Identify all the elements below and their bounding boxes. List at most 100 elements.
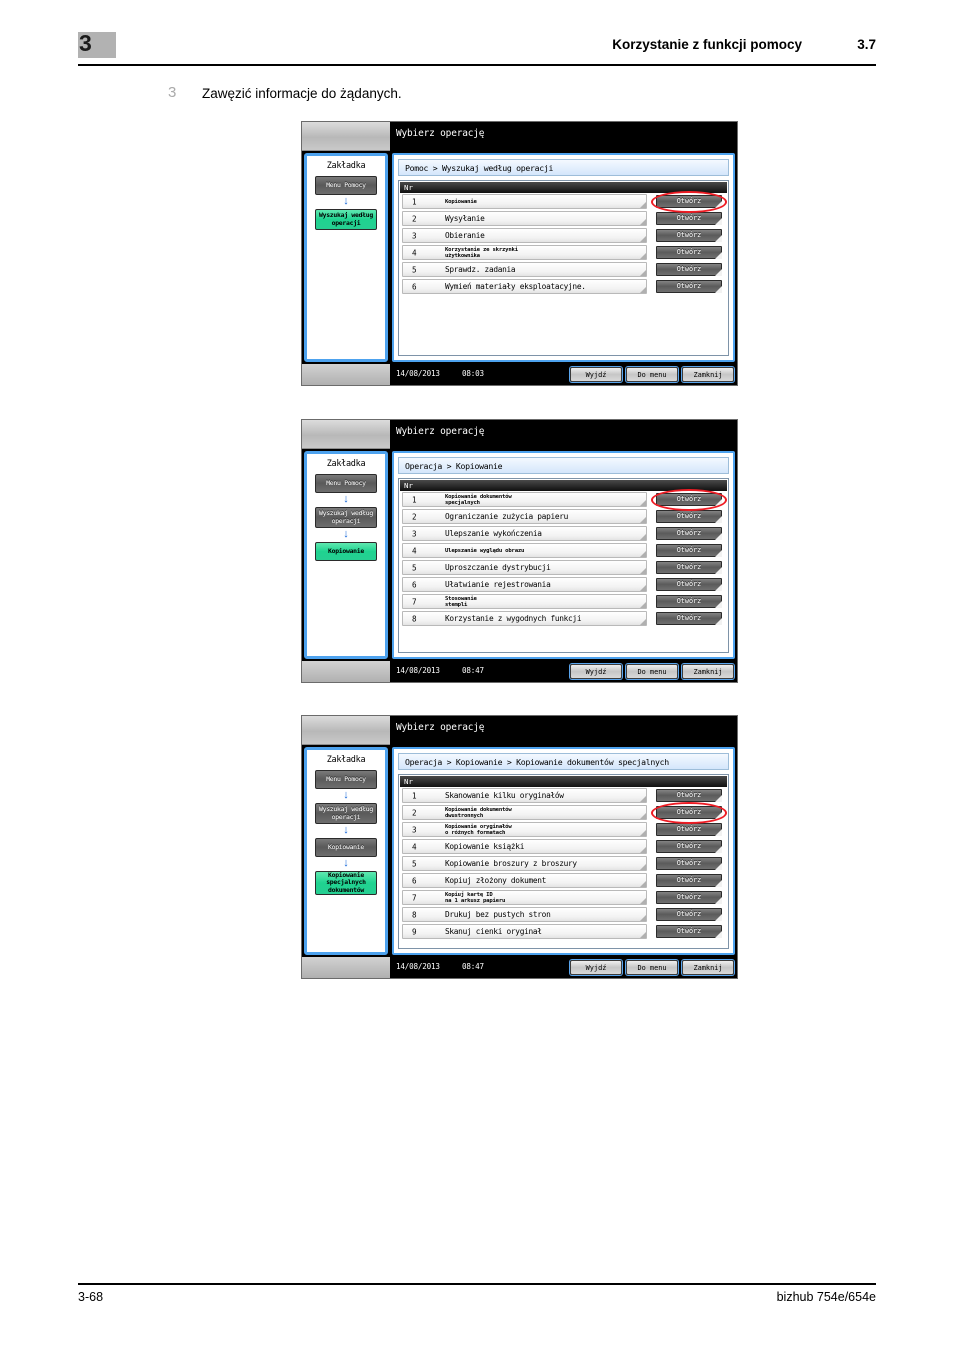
open-button[interactable]: Otwórz: [656, 245, 722, 259]
to-menu-button[interactable]: Do menu: [626, 960, 678, 975]
table-row[interactable]: 4 Ulepszanie wyglądu obrazu Otwórz: [400, 542, 727, 559]
table-row[interactable]: 2 Kopiowanie dokumentów dwustronnych Otwór…: [400, 804, 727, 821]
panel-top-bar-left-blank: [302, 122, 390, 151]
to-menu-button[interactable]: Do menu: [626, 367, 678, 382]
open-button[interactable]: Otwórz: [656, 526, 722, 540]
sidebar-button-4[interactable]: Kopiowanie specjalnych dokumentów: [315, 871, 377, 895]
exit-button[interactable]: Wyjdź: [570, 367, 622, 382]
arrow-down-icon: ↓: [343, 857, 349, 869]
table-row[interactable]: 5 Kopiowanie broszury z broszury Otwórz: [400, 855, 727, 872]
close-button[interactable]: Zamknij: [682, 960, 734, 975]
panel-top-bar: Wybierz operację: [302, 420, 737, 449]
row-field[interactable]: [402, 210, 647, 226]
open-button[interactable]: Otwórz: [656, 924, 722, 938]
row-label: Ograniczanie zużycia papieru: [445, 511, 569, 521]
table-row[interactable]: 3 Ulepszanie wykończenia Otwórz: [400, 525, 727, 542]
row-field[interactable]: [402, 491, 647, 507]
row-label: Kopiowanie broszury z broszury: [445, 858, 577, 868]
table-row[interactable]: 9 Skanuj cienki oryginał Otwórz: [400, 923, 727, 940]
row-field[interactable]: [402, 261, 647, 277]
arrow-down-icon: ↓: [343, 824, 349, 836]
sidebar-button-1[interactable]: Menu Pomocy: [315, 770, 377, 789]
table-row[interactable]: 2 Wysyłanie Otwórz: [400, 210, 727, 227]
open-button[interactable]: Otwórz: [656, 228, 722, 242]
open-button[interactable]: Otwórz: [656, 822, 722, 836]
close-button[interactable]: Zamknij: [682, 367, 734, 382]
table-row[interactable]: 1 Kopiowanie dokumentów specjalnych Otwórz: [400, 491, 727, 508]
to-menu-button[interactable]: Do menu: [626, 664, 678, 679]
open-button-label: Otwórz: [676, 808, 702, 816]
table-row[interactable]: 3 Obieranie Otwórz: [400, 227, 727, 244]
open-button[interactable]: Otwórz: [656, 907, 722, 921]
table-row[interactable]: 7 Kopiuj kartę ID na 1 arkusz papieru Otwó…: [400, 889, 727, 906]
table-row[interactable]: 4 Korzystanie ze skrzynki użytkownika Otwó…: [400, 244, 727, 261]
row-field[interactable]: [402, 244, 647, 260]
sidebar-title: Zakładka: [326, 755, 366, 765]
open-button[interactable]: Otwórz: [656, 839, 722, 853]
table-row[interactable]: 5 Sprawdz. zadania Otwórz: [400, 261, 727, 278]
open-button[interactable]: Otwórz: [656, 594, 722, 608]
row-field[interactable]: [402, 593, 647, 609]
row-field[interactable]: [402, 804, 647, 820]
sidebar-button-label: Menu Pomocy: [326, 478, 366, 487]
open-button[interactable]: Otwórz: [656, 509, 722, 523]
sidebar-button-3[interactable]: Kopiowanie: [315, 838, 377, 857]
sidebar-button-label: Kopiowanie specjalnych dokumentów: [326, 871, 366, 894]
table-row[interactable]: 2 Ograniczanie zużycia papieru Otwórz: [400, 508, 727, 525]
sidebar-button-2[interactable]: Wyszukaj według operacji: [315, 803, 377, 824]
open-button[interactable]: Otwórz: [656, 194, 722, 208]
panel-top-bar: Wybierz operację: [302, 716, 737, 745]
open-button-label: Otwórz: [676, 495, 702, 503]
to-menu-button-label: Do menu: [637, 963, 667, 972]
panel-content: Operacja > Kopiowanie Nr 1 Kopiowanie dokum…: [392, 451, 735, 659]
exit-button[interactable]: Wyjdź: [570, 960, 622, 975]
table-row[interactable]: 3 Kopiowanie oryginałów o różnych formata…: [400, 821, 727, 838]
open-button[interactable]: Otwórz: [656, 211, 722, 225]
sidebar-button-2[interactable]: Wyszukaj według operacji: [315, 507, 377, 528]
open-button-label: Otwórz: [676, 927, 702, 935]
open-button[interactable]: Otwórz: [656, 805, 722, 819]
row-field[interactable]: [402, 542, 647, 558]
open-button[interactable]: Otwórz: [656, 492, 722, 506]
row-field[interactable]: [402, 821, 647, 837]
table-row[interactable]: 1 Kopiowanie Otwórz: [400, 193, 727, 210]
table-row[interactable]: 5 Uproszczanie dystrybucji Otwórz: [400, 559, 727, 576]
open-button[interactable]: Otwórz: [656, 560, 722, 574]
table-row[interactable]: 8 Korzystanie z wygodnych funkcji Otwórz: [400, 610, 727, 627]
breadcrumb: Operacja > Kopiowanie: [398, 457, 729, 474]
open-button[interactable]: Otwórz: [656, 856, 722, 870]
table-row[interactable]: 8 Drukuj bez pustych stron Otwórz: [400, 906, 727, 923]
table-row[interactable]: 1 Skanowanie kilku oryginałów Otwórz: [400, 787, 727, 804]
table-row[interactable]: 6 Ułatwianie rejestrowania Otwórz: [400, 576, 727, 593]
list-header-nr: Nr: [400, 182, 727, 193]
open-button[interactable]: Otwórz: [656, 543, 722, 557]
row-number: 3: [412, 231, 417, 240]
open-button[interactable]: Otwórz: [656, 577, 722, 591]
sidebar-button-1[interactable]: Menu Pomocy: [315, 176, 377, 195]
row-number: 1: [412, 791, 417, 800]
sidebar-button-3[interactable]: Kopiowanie: [315, 542, 377, 561]
table-row[interactable]: 4 Kopiowanie książki Otwórz: [400, 838, 727, 855]
exit-button[interactable]: Wyjdź: [570, 664, 622, 679]
row-field[interactable]: [402, 227, 647, 243]
open-button[interactable]: Otwórz: [656, 890, 722, 904]
open-button[interactable]: Otwórz: [656, 279, 722, 293]
open-button[interactable]: Otwórz: [656, 788, 722, 802]
open-button-label: Otwórz: [676, 597, 702, 605]
open-button[interactable]: Otwórz: [656, 262, 722, 276]
row-field[interactable]: [402, 838, 647, 854]
row-number: 8: [412, 614, 417, 623]
table-row[interactable]: 6 Wymień materiały eksploatacyjne. Otwórz: [400, 278, 727, 295]
status-date: 14/08/2013: [396, 369, 440, 378]
sidebar-button-1[interactable]: Menu Pomocy: [315, 474, 377, 493]
table-row[interactable]: 7 Stosowanie stempli Otwórz: [400, 593, 727, 610]
status-bar-buttons: Wyjdź Do menu Zamknij: [570, 663, 734, 680]
table-row[interactable]: 6 Kopiuj złożony dokument Otwórz: [400, 872, 727, 889]
sidebar-button-2[interactable]: Wyszukaj według operacji: [315, 209, 377, 230]
row-number: 5: [412, 859, 417, 868]
open-button[interactable]: Otwórz: [656, 611, 722, 625]
open-button[interactable]: Otwórz: [656, 873, 722, 887]
close-button[interactable]: Zamknij: [682, 664, 734, 679]
row-field[interactable]: [402, 889, 647, 905]
row-field[interactable]: [402, 193, 647, 209]
